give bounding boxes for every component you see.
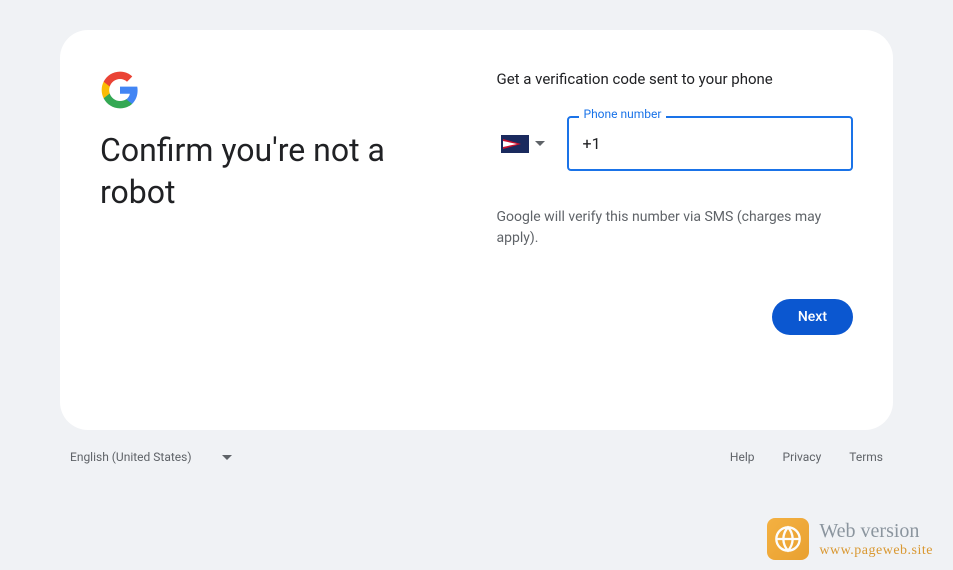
watermark-text: Web version www.pageweb.site bbox=[819, 520, 933, 559]
language-selector[interactable]: English (United States) bbox=[70, 450, 232, 464]
info-text: Google will verify this number via SMS (… bbox=[497, 207, 854, 249]
chevron-down-icon bbox=[222, 455, 232, 460]
country-selector[interactable] bbox=[497, 127, 549, 161]
footer: English (United States) Help Privacy Ter… bbox=[70, 450, 883, 464]
help-link[interactable]: Help bbox=[730, 450, 755, 464]
button-row: Next bbox=[497, 299, 854, 335]
privacy-link[interactable]: Privacy bbox=[783, 450, 822, 464]
right-panel: Get a verification code sent to your pho… bbox=[487, 70, 854, 390]
footer-links: Help Privacy Terms bbox=[730, 450, 883, 464]
terms-link[interactable]: Terms bbox=[849, 450, 883, 464]
watermark-url: www.pageweb.site bbox=[819, 543, 933, 559]
phone-input-label: Phone number bbox=[579, 107, 667, 121]
main-card: Confirm you're not a robot Get a verific… bbox=[60, 30, 893, 430]
next-button[interactable]: Next bbox=[772, 299, 853, 335]
phone-input[interactable] bbox=[567, 116, 854, 171]
globe-icon bbox=[767, 518, 809, 560]
left-panel: Confirm you're not a robot bbox=[100, 70, 487, 390]
google-logo bbox=[100, 70, 140, 110]
phone-input-wrapper: Phone number bbox=[567, 116, 854, 171]
page-heading: Confirm you're not a robot bbox=[100, 130, 457, 213]
phone-row: Phone number bbox=[497, 116, 854, 171]
watermark-title: Web version bbox=[819, 520, 933, 543]
language-label: English (United States) bbox=[70, 450, 192, 464]
flag-icon bbox=[501, 135, 529, 153]
watermark: Web version www.pageweb.site bbox=[767, 518, 933, 560]
subheading: Get a verification code sent to your pho… bbox=[497, 70, 854, 88]
chevron-down-icon bbox=[535, 141, 545, 146]
